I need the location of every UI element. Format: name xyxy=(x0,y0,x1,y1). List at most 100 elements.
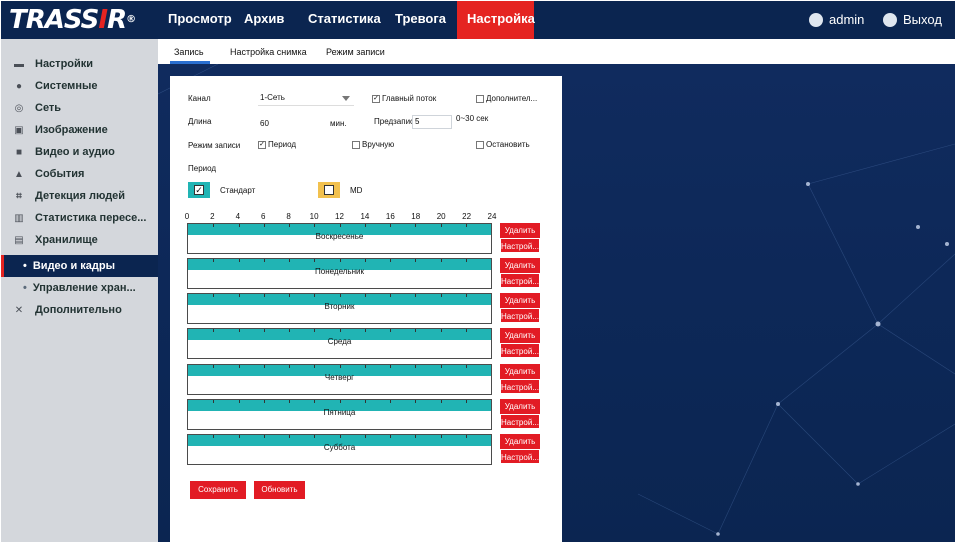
legend-md[interactable]: MD xyxy=(318,182,362,198)
schedule-row-sunday[interactable]: Воскресенье xyxy=(187,223,492,254)
sidebar-item-crossing-stats[interactable]: ▥ Статистика пересе... xyxy=(1,207,158,229)
hour-tick xyxy=(213,224,215,227)
schedule-row-thursday[interactable]: Четверг xyxy=(187,364,492,395)
day-name: Суббота xyxy=(323,443,356,452)
checkbox-unchecked-icon xyxy=(352,140,360,149)
hour-tick xyxy=(415,400,417,403)
hour-tick xyxy=(465,435,467,438)
hour-tick xyxy=(364,259,366,262)
configure-button[interactable]: Настрой... xyxy=(500,273,540,288)
delete-button[interactable]: Удалить xyxy=(500,364,540,379)
delete-button[interactable]: Удалить xyxy=(500,293,540,308)
hour-tick xyxy=(263,435,265,438)
schedule-row-monday[interactable]: Понедельник xyxy=(187,258,492,289)
hour-tick xyxy=(440,435,442,438)
prerecord-input[interactable]: 5 xyxy=(412,115,452,129)
hour-tick-label: 10 xyxy=(309,212,319,221)
chevron-down-icon xyxy=(342,96,350,101)
hour-tick xyxy=(289,329,290,332)
hour-tick xyxy=(339,224,341,227)
tools-icon: ✕ xyxy=(14,304,24,316)
sidebar-item-video-audio[interactable]: ■ Видео и аудио xyxy=(1,141,158,163)
sidebar-item-system[interactable]: ● Системные xyxy=(1,75,158,97)
tab-snapshot-settings[interactable]: Настройка снимка xyxy=(230,47,307,57)
configure-button[interactable]: Настрой... xyxy=(500,308,540,323)
legend-standard-swatch: ✓ xyxy=(188,182,210,198)
hour-tick xyxy=(390,400,391,403)
channel-select[interactable]: 1-Сеть xyxy=(258,90,354,106)
main-stream-checkbox[interactable]: ✓ Главный поток xyxy=(372,94,436,103)
hour-tick xyxy=(263,400,265,403)
extra-stream-checkbox[interactable]: Дополнител... xyxy=(476,94,537,103)
configure-button[interactable]: Настрой... xyxy=(500,414,540,429)
hour-tick xyxy=(465,224,467,227)
hour-tick-label: 20 xyxy=(436,212,446,221)
record-mode-label: Режим записи xyxy=(188,141,241,150)
configure-button[interactable]: Настрой... xyxy=(500,449,540,464)
delete-button[interactable]: Удалить xyxy=(500,223,540,238)
hour-tick xyxy=(415,365,417,368)
mode-period-checkbox[interactable]: ✓ Период xyxy=(258,140,296,149)
sidebar-item-network[interactable]: ◎ Сеть xyxy=(1,97,158,119)
configure-button[interactable]: Настрой... xyxy=(500,343,540,358)
mode-stop-checkbox[interactable]: Остановить xyxy=(476,140,530,149)
delete-button[interactable]: Удалить xyxy=(500,258,540,273)
nav-view[interactable]: Просмотр xyxy=(158,1,242,39)
user-menu[interactable]: admin xyxy=(809,1,864,39)
bullet-icon: • xyxy=(23,260,27,272)
logout-button[interactable]: Выход xyxy=(883,1,942,39)
hour-tick-label: 2 xyxy=(210,212,215,221)
sidebar-item-people-detection[interactable]: ⌗ Детекция людей xyxy=(1,185,158,207)
nav-archive[interactable]: Архив xyxy=(234,1,294,39)
globe-icon: ◎ xyxy=(14,102,24,114)
trassir-logo: TRASSIR® xyxy=(9,5,136,35)
hour-ticks xyxy=(188,365,491,368)
hour-tick-label: 18 xyxy=(411,212,421,221)
channel-label: Канал xyxy=(188,94,211,103)
sidebar-item-video-frames[interactable]: • Видео и кадры xyxy=(1,255,158,277)
username: admin xyxy=(829,12,865,27)
hour-ticks xyxy=(188,435,491,438)
hour-tick xyxy=(339,435,341,438)
hour-tick xyxy=(390,294,391,297)
hour-tick xyxy=(213,435,215,438)
hour-tick xyxy=(364,224,366,227)
sidebar-item-storage-management[interactable]: • Управление хран... xyxy=(1,277,158,299)
hour-tick xyxy=(238,294,240,297)
save-button[interactable]: Сохранить xyxy=(190,481,246,499)
legend-standard[interactable]: ✓ Стандарт xyxy=(188,182,255,198)
hour-tick xyxy=(314,435,316,438)
nav-alarm[interactable]: Тревога xyxy=(385,1,456,39)
configure-button[interactable]: Настрой... xyxy=(500,379,540,394)
sidebar-item-storage[interactable]: ▤ Хранилище xyxy=(1,229,158,251)
sidebar-item-settings[interactable]: ▬ Настройки xyxy=(1,53,158,75)
schedule-row-saturday[interactable]: Суббота xyxy=(187,434,492,465)
delete-button[interactable]: Удалить xyxy=(500,434,540,449)
delete-button[interactable]: Удалить xyxy=(500,399,540,414)
sidebar-item-image[interactable]: ▣ Изображение xyxy=(1,119,158,141)
period-label: Период xyxy=(188,164,217,173)
hour-tick xyxy=(289,400,290,403)
nav-statistics[interactable]: Статистика xyxy=(298,1,391,39)
hour-tick xyxy=(213,259,215,262)
hour-tick xyxy=(289,435,290,438)
refresh-button[interactable]: Обновить xyxy=(254,481,305,499)
hour-tick xyxy=(390,259,391,262)
length-value[interactable]: 60 xyxy=(260,119,269,128)
schedule-row-tuesday[interactable]: Вторник xyxy=(187,293,492,324)
delete-button[interactable]: Удалить xyxy=(500,328,540,343)
hour-tick xyxy=(364,329,366,332)
hour-tick xyxy=(213,400,215,403)
schedule-row-friday[interactable]: Пятница xyxy=(187,399,492,430)
tab-record[interactable]: Запись xyxy=(174,47,204,57)
day-name: Пятница xyxy=(323,408,356,417)
mode-manual-checkbox[interactable]: Вручную xyxy=(352,140,394,149)
nav-settings[interactable]: Настройка xyxy=(457,1,535,39)
hour-tick-label: 4 xyxy=(235,212,241,221)
chart-icon: ▥ xyxy=(14,212,24,224)
schedule-row-wednesday[interactable]: Среда xyxy=(187,328,492,359)
tab-record-mode[interactable]: Режим записи xyxy=(326,47,385,57)
sidebar-item-events[interactable]: ▲ События xyxy=(1,163,158,185)
configure-button[interactable]: Настрой... xyxy=(500,238,540,253)
sidebar-item-advanced[interactable]: ✕ Дополнительно xyxy=(1,299,158,321)
